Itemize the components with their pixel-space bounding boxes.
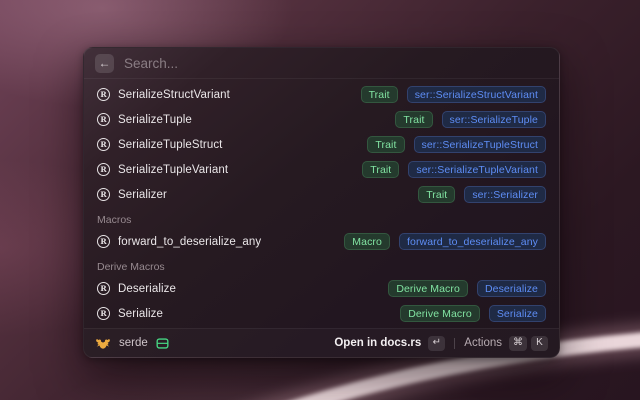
result-row[interactable]: R SerializeTupleVariant Trait ser::Seria… — [84, 157, 559, 182]
result-name: Deserialize — [118, 283, 176, 295]
shortcut-keycap: ⌘ — [509, 336, 527, 351]
badge-group: Trait ser::SerializeTuple — [395, 111, 546, 128]
command-palette-window: ← R SerializeStructVariant Trait ser::Se… — [83, 47, 560, 358]
badge-group: Trait ser::SerializeStructVariant — [361, 86, 546, 103]
result-name: forward_to_deserialize_any — [118, 236, 261, 248]
actions-shortcut-keys: ⌘K — [509, 336, 548, 351]
kind-badge: Macro — [344, 233, 390, 250]
footer-separator — [454, 338, 455, 349]
result-row[interactable]: R Deserialize Derive Macro Deserialize — [84, 276, 559, 301]
search-header: ← — [84, 48, 559, 78]
shortcut-keycap: K — [531, 336, 548, 351]
result-name: SerializeTupleStruct — [118, 139, 222, 151]
result-name: SerializeTuple — [118, 114, 192, 126]
badge-group: Trait ser::Serializer — [418, 186, 546, 203]
badge-group: Trait ser::SerializeTupleStruct — [367, 136, 546, 153]
crate-box-icon — [156, 338, 169, 349]
result-row[interactable]: R SerializeTupleStruct Trait ser::Serial… — [84, 132, 559, 157]
result-row[interactable]: R Serializer Trait ser::Serializer — [84, 182, 559, 207]
badge-group: Derive Macro Deserialize — [388, 280, 546, 297]
footer-actions: Open in docs.rs ↵ Actions ⌘K — [334, 336, 548, 351]
path-badge: ser::SerializeTupleVariant — [408, 161, 546, 178]
path-badge: forward_to_deserialize_any — [399, 233, 546, 250]
rust-logo-icon: R — [97, 113, 110, 126]
rust-logo-icon: R — [97, 235, 110, 248]
actions-menu-button[interactable]: Actions — [464, 337, 502, 349]
rust-logo-icon: R — [97, 188, 110, 201]
kind-badge: Derive Macro — [388, 280, 468, 297]
path-badge: ser::Serializer — [464, 186, 546, 203]
path-badge: ser::SerializeTupleStruct — [414, 136, 547, 153]
path-badge: ser::SerializeStructVariant — [407, 86, 546, 103]
result-row[interactable]: R SerializeTuple Trait ser::SerializeTup… — [84, 107, 559, 132]
results-list: R SerializeStructVariant Trait ser::Seri… — [84, 79, 559, 328]
badge-group: Derive Macro Serialize — [400, 305, 546, 322]
result-row[interactable]: R forward_to_deserialize_any Macro forwa… — [84, 229, 559, 254]
search-input[interactable] — [124, 56, 548, 71]
badge-group: Macro forward_to_deserialize_any — [344, 233, 546, 250]
kind-badge: Trait — [395, 111, 432, 128]
badge-group: Trait ser::SerializeTupleVariant — [362, 161, 546, 178]
kind-badge: Trait — [418, 186, 455, 203]
open-in-docs-action[interactable]: Open in docs.rs — [334, 337, 421, 349]
ferris-crab-icon — [95, 337, 111, 350]
result-row[interactable]: R SerializeStructVariant Trait ser::Seri… — [84, 82, 559, 107]
rust-logo-icon: R — [97, 282, 110, 295]
path-badge: ser::SerializeTuple — [442, 111, 546, 128]
section-header: Macros — [84, 207, 559, 229]
result-name: Serializer — [118, 189, 167, 201]
footer-bar: serde Open in docs.rs ↵ Actions ⌘K — [84, 328, 559, 357]
rust-logo-icon: R — [97, 307, 110, 320]
result-name: Serialize — [118, 308, 163, 320]
kind-badge: Trait — [367, 136, 404, 153]
rust-logo-icon: R — [97, 88, 110, 101]
back-arrow-icon: ← — [99, 57, 111, 69]
kind-badge: Derive Macro — [400, 305, 480, 322]
result-row[interactable]: R Serialize Derive Macro Serialize — [84, 301, 559, 326]
kind-badge: Trait — [361, 86, 398, 103]
enter-key-icon: ↵ — [428, 336, 445, 351]
kind-badge: Trait — [362, 161, 399, 178]
back-button[interactable]: ← — [95, 54, 114, 73]
rust-logo-icon: R — [97, 138, 110, 151]
rust-logo-icon: R — [97, 163, 110, 176]
path-badge: Serialize — [489, 305, 546, 322]
result-name: SerializeStructVariant — [118, 89, 230, 101]
section-header: Derive Macros — [84, 254, 559, 276]
crate-name: serde — [119, 337, 148, 349]
result-name: SerializeTupleVariant — [118, 164, 228, 176]
path-badge: Deserialize — [477, 280, 546, 297]
